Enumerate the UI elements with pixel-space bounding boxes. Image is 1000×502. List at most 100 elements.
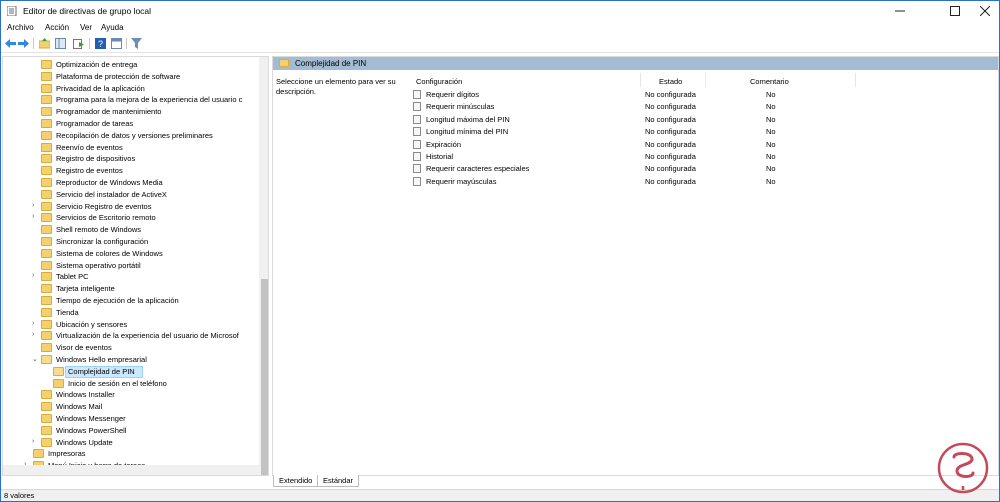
tree-item[interactable]: › Servicios de Escritorio remoto <box>32 212 259 224</box>
close-icon <box>979 6 990 16</box>
tree-item[interactable]: Inicio de sesión en el teléfono <box>44 378 259 390</box>
policy-row[interactable]: Longitud máxima del PIN No configurada No <box>413 114 993 126</box>
tree-item[interactable]: Windows Installer <box>32 389 259 401</box>
tree-item[interactable]: Windows Messenger <box>32 413 259 425</box>
expand-chevron-icon[interactable]: › <box>32 320 40 327</box>
tree-item[interactable]: Programador de mantenimiento <box>32 106 259 118</box>
collapse-chevron-icon[interactable]: ⌄ <box>32 355 40 363</box>
folder-icon <box>41 107 52 117</box>
tree-item[interactable]: Windows Mail <box>32 401 259 413</box>
help-icon[interactable]: ? <box>95 38 106 49</box>
expand-chevron-icon[interactable]: › <box>32 272 40 279</box>
policy-setting-icon <box>413 127 421 137</box>
column-header-setting[interactable]: Configuración <box>416 77 462 86</box>
tree-item[interactable]: Visor de eventos <box>32 342 259 354</box>
column-header-comment[interactable]: Comentario <box>750 77 789 86</box>
expand-chevron-icon[interactable]: › <box>32 202 40 209</box>
policy-name: Requerir minúsculas <box>426 102 495 112</box>
tree-item[interactable]: Impresoras <box>24 448 259 460</box>
tree-horizontal-scrollbar[interactable] <box>3 465 259 475</box>
tree-item[interactable]: Sincronizar la configuración <box>32 236 259 248</box>
policy-row[interactable]: Requerir minúsculas No configurada No <box>413 101 993 113</box>
tree-item[interactable]: Windows PowerShell <box>32 425 259 437</box>
policy-state: No configurada <box>645 164 696 174</box>
policy-state: No configurada <box>645 102 696 112</box>
tab-estandar[interactable]: Estándar <box>317 475 360 487</box>
tree-item[interactable]: Plataforma de protección de software <box>32 71 259 83</box>
tree-item[interactable]: › Tablet PC <box>32 271 259 283</box>
policy-row[interactable]: Historial No configurada No <box>413 151 993 163</box>
policy-state: No configurada <box>645 176 696 186</box>
folder-icon <box>41 284 52 294</box>
tab-extendido[interactable]: Extendido <box>273 475 319 487</box>
policy-setting-icon <box>413 164 421 174</box>
policy-state: No configurada <box>645 139 696 149</box>
policy-row[interactable]: Longitud mínima del PIN No configurada No <box>413 126 993 138</box>
tree-item-label: Windows Messenger <box>56 414 126 423</box>
folder-icon <box>33 449 44 459</box>
tree-scroll-thumb[interactable] <box>261 279 268 475</box>
tree-item[interactable]: Servicio del instalador de ActiveX <box>32 189 259 201</box>
tree-item[interactable]: Reenvío de eventos <box>32 142 259 154</box>
tree-item-label: Windows Hello empresarial <box>56 355 147 364</box>
tree-item-label: Optimización de entrega <box>56 60 138 69</box>
folder-icon <box>41 319 52 329</box>
menu-ayuda[interactable]: Ayuda <box>101 23 124 32</box>
close-button[interactable] <box>966 1 1000 21</box>
minimize-button[interactable] <box>881 1 918 21</box>
menu-ver[interactable]: Ver <box>80 23 92 32</box>
tree-item[interactable]: › Windows Update <box>32 437 259 449</box>
expand-chevron-icon[interactable]: › <box>32 213 40 220</box>
tree-item[interactable]: Complejidad de PIN <box>44 365 259 378</box>
tree-item[interactable]: Tienda <box>32 307 259 319</box>
tree-item[interactable]: › Virtualización de la experiencia del us… <box>32 330 259 342</box>
tree-item-label: Tarjeta inteligente <box>56 284 115 294</box>
tree-item-label: Impresoras <box>48 449 86 459</box>
policy-row[interactable]: Expiración No configurada No <box>413 139 993 151</box>
policy-setting-icon <box>413 90 421 99</box>
tree-item[interactable]: Tarjeta inteligente <box>32 283 259 295</box>
policy-row[interactable]: Requerir dígitos No configurada No <box>413 89 993 101</box>
tree-item-label: Reenvío de eventos <box>56 142 123 152</box>
policy-comment: No <box>766 127 776 137</box>
tree-item[interactable]: Registro de dispositivos <box>32 153 259 165</box>
policy-comment: No <box>766 152 776 161</box>
tree-item[interactable]: ⌄ Windows Hello empresarial <box>32 354 259 366</box>
tree-item[interactable]: Sistema de colores de Windows <box>32 248 259 260</box>
tree-item[interactable]: Shell remoto de Windows <box>32 224 259 236</box>
column-header-state[interactable]: Estado <box>659 77 682 86</box>
tree-item[interactable]: Privacidad de la aplicación <box>32 83 259 95</box>
menu-archivo[interactable]: Archivo <box>7 23 34 32</box>
filter-icon[interactable] <box>131 38 142 49</box>
window-title: Editor de directivas de grupo local <box>23 6 152 16</box>
tree-item[interactable]: Sistema operativo portátil <box>32 260 259 272</box>
tree-item[interactable]: Tiempo de ejecución de la aplicación <box>32 295 259 307</box>
tree-item[interactable]: Optimización de entrega <box>32 59 259 71</box>
policy-row[interactable]: Requerir caracteres especiales No configu… <box>413 163 993 175</box>
expand-chevron-icon[interactable]: › <box>32 331 40 338</box>
properties-icon[interactable] <box>111 38 122 49</box>
toolbar-separator <box>33 38 34 49</box>
folder-icon <box>41 166 52 176</box>
up-folder-icon[interactable] <box>39 38 50 49</box>
folder-icon <box>41 260 52 270</box>
forward-icon[interactable] <box>18 38 29 49</box>
tree-item[interactable]: Recopilación de datos y versiones prelim… <box>32 130 259 142</box>
tree-item[interactable]: Programador de tareas <box>32 118 259 130</box>
console-tree[interactable]: ›Panel de control›Menú Inicio y barra de… <box>2 56 269 476</box>
policy-setting-icon <box>413 114 421 124</box>
tree-item[interactable]: › Servicio Registro de eventos <box>32 201 259 213</box>
console-tree-icon[interactable] <box>55 38 66 49</box>
folder-icon <box>41 213 52 223</box>
svg-text:?: ? <box>98 39 103 49</box>
tree-item[interactable]: › Ubicación y sensores <box>32 319 259 331</box>
menu-accion[interactable]: Acción <box>45 23 69 32</box>
tree-item[interactable]: Reproductor de Windows Media <box>32 177 259 189</box>
tree-item[interactable]: Programa para la mejora de la experienci… <box>32 94 259 106</box>
tree-item[interactable]: Registro de eventos <box>32 165 259 177</box>
export-icon[interactable] <box>73 38 84 49</box>
back-icon[interactable] <box>5 38 16 49</box>
folder-icon <box>41 437 52 447</box>
expand-chevron-icon[interactable]: › <box>32 438 40 445</box>
policy-row[interactable]: Requerir mayúsculas No configurada No <box>413 176 993 188</box>
